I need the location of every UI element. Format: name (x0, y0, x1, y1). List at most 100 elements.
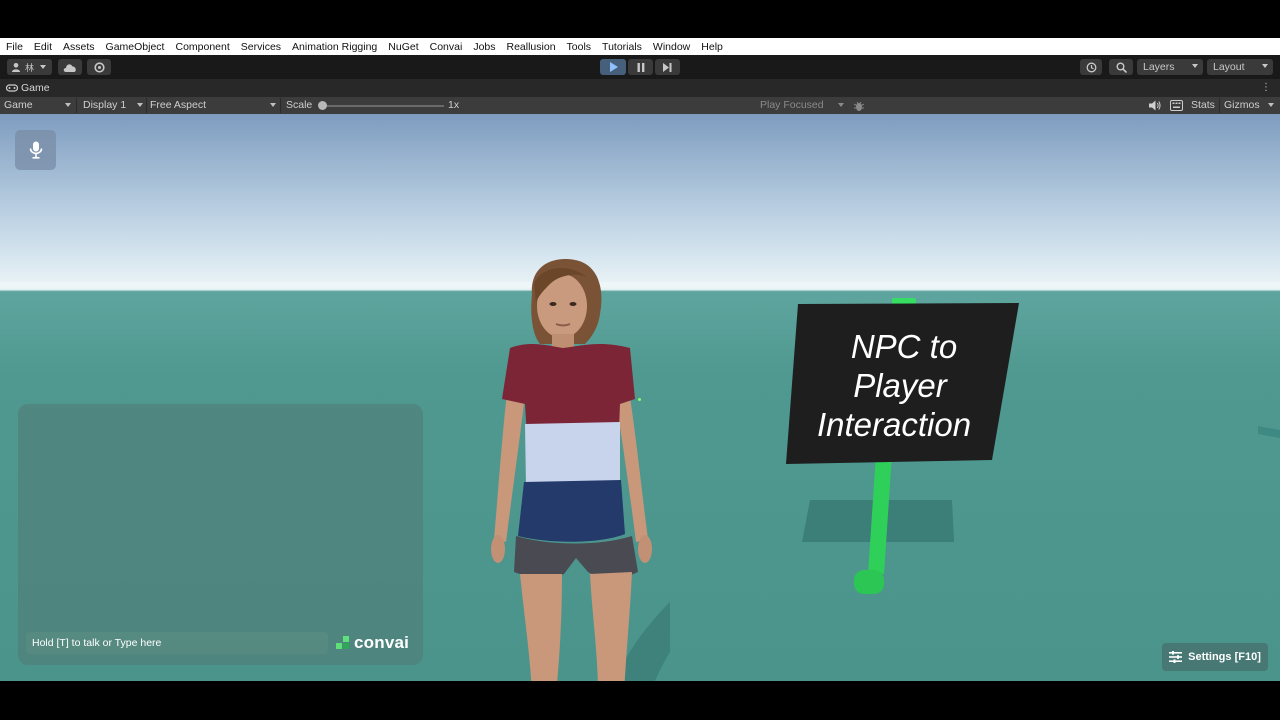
game-tab-row: Game ⋮ (0, 79, 1280, 97)
scale-slider-track[interactable] (320, 105, 444, 107)
chevron-down-icon (838, 103, 844, 107)
right-hand (638, 535, 652, 563)
settings-button[interactable]: Settings [F10] (1162, 643, 1268, 671)
chat-panel: Hold [T] to talk or Type here convai (18, 404, 423, 665)
mic-button[interactable] (15, 130, 56, 170)
speaker-icon[interactable] (1149, 100, 1161, 111)
menu-component[interactable]: Component (175, 41, 229, 53)
shirt-middle-stripe (525, 422, 620, 486)
eye-left (549, 302, 557, 306)
chevron-down-icon (270, 103, 276, 107)
stats-button[interactable]: Stats (1191, 99, 1215, 111)
display-dropdown[interactable]: Display 1 (83, 99, 126, 111)
left-leg (520, 574, 562, 681)
sliders-icon (1169, 651, 1183, 663)
game-viewport[interactable]: NPC to Player Interaction Hold [T] to ta… (0, 114, 1280, 681)
sign-post-base (854, 570, 884, 594)
microphone-icon (29, 141, 42, 159)
cloud-icon (63, 63, 76, 72)
scale-value: 1x (448, 99, 460, 111)
sign-line-1: NPC to (851, 328, 957, 365)
menu-window[interactable]: Window (653, 41, 690, 53)
collab-button[interactable] (87, 59, 111, 75)
game-mode-dropdown[interactable]: Game (4, 99, 33, 111)
menu-assets[interactable]: Assets (63, 41, 95, 53)
divider (76, 98, 77, 113)
search-icon (1116, 62, 1127, 73)
gizmos-button[interactable]: Gizmos (1224, 99, 1260, 111)
letterbox-top (0, 0, 1280, 38)
menu-gameobject[interactable]: GameObject (106, 41, 165, 53)
chevron-down-icon (1262, 64, 1268, 68)
menu-convai[interactable]: Convai (430, 41, 463, 53)
menu-tutorials[interactable]: Tutorials (602, 41, 642, 53)
chevron-down-icon (65, 103, 71, 107)
chat-input[interactable]: Hold [T] to talk or Type here (26, 632, 328, 654)
chevron-down-icon (1192, 64, 1198, 68)
step-button[interactable] (655, 59, 680, 75)
account-label: 林 (25, 62, 35, 73)
npc-character[interactable] (480, 254, 670, 681)
undo-history-button[interactable] (1080, 59, 1102, 75)
crosshair-dot (638, 398, 641, 401)
shorts (514, 536, 638, 578)
aspect-dropdown[interactable]: Free Aspect (150, 99, 206, 111)
chevron-down-icon (137, 103, 143, 107)
convai-mark-icon (336, 636, 349, 649)
divider (1219, 98, 1220, 113)
shirt-bottom-stripe (518, 480, 625, 542)
layers-dropdown[interactable]: Layers (1137, 59, 1203, 75)
more-options-icon[interactable]: ⋮ (1261, 83, 1271, 93)
pause-icon (637, 62, 644, 72)
cloud-button[interactable] (58, 59, 82, 75)
sign-line-3: Interaction (817, 406, 971, 443)
letterbox-bottom (0, 681, 1280, 720)
menu-jobs[interactable]: Jobs (473, 41, 495, 53)
layout-label: Layout (1213, 61, 1245, 73)
play-button[interactable] (600, 59, 626, 75)
layers-label: Layers (1143, 61, 1175, 73)
menu-tools[interactable]: Tools (567, 41, 592, 53)
scale-label: Scale (286, 99, 313, 111)
scale-slider-handle[interactable] (318, 101, 327, 110)
menu-bar: File Edit Assets GameObject Component Se… (0, 38, 1280, 55)
menu-reallusion[interactable]: Reallusion (507, 41, 556, 53)
pause-button[interactable] (628, 59, 653, 75)
keyboard-icon[interactable] (1170, 100, 1183, 111)
tab-game-label: Game (21, 82, 50, 94)
tab-game[interactable]: Game (6, 82, 50, 94)
chat-input-placeholder: Hold [T] to talk or Type here (32, 637, 162, 649)
layout-dropdown[interactable]: Layout (1207, 59, 1273, 75)
convai-logo: convai (336, 633, 409, 653)
menu-help[interactable]: Help (701, 41, 723, 53)
convai-brand-text: convai (354, 633, 410, 652)
npc-interaction-sign: NPC to Player Interaction (786, 298, 1019, 594)
left-hand (491, 535, 505, 563)
main-toolbar: 林 Layers Layout (0, 55, 1280, 79)
divider (146, 98, 147, 113)
menu-file[interactable]: File (6, 41, 23, 53)
menu-edit[interactable]: Edit (34, 41, 52, 53)
history-icon (1086, 62, 1096, 72)
account-icon (12, 63, 20, 72)
chevron-down-icon (40, 65, 47, 69)
sign-line-2: Player (853, 367, 949, 404)
gamepad-icon (6, 84, 18, 92)
divider (280, 98, 281, 113)
play-icon (609, 62, 618, 72)
menu-animation-rigging[interactable]: Animation Rigging (292, 41, 377, 53)
eye-right (569, 302, 577, 306)
search-button[interactable] (1109, 59, 1133, 75)
game-control-bar: Game Display 1 Free Aspect Scale 1x Play… (0, 97, 1280, 114)
gear-icon (93, 61, 105, 73)
play-mode-dropdown[interactable]: Play Focused (760, 99, 824, 111)
account-dropdown[interactable]: 林 (7, 59, 52, 75)
menu-nuget[interactable]: NuGet (388, 41, 418, 53)
step-icon (663, 62, 672, 72)
distant-object (1258, 426, 1280, 438)
right-leg (590, 572, 632, 681)
settings-label: Settings [F10] (1188, 651, 1261, 663)
menu-services[interactable]: Services (241, 41, 281, 53)
bug-icon[interactable] (853, 100, 865, 112)
chevron-down-icon (1268, 103, 1274, 107)
